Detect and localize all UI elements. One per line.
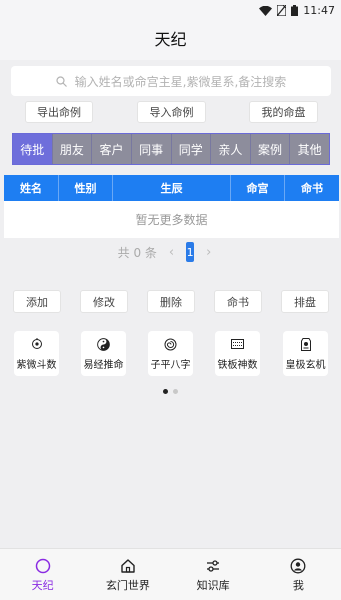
import-button[interactable]: 导入命例 (137, 101, 206, 123)
user-icon (290, 557, 306, 575)
carousel-dot[interactable] (173, 389, 178, 394)
delete-button[interactable]: 删除 (147, 290, 195, 313)
nav-label: 天纪 (31, 578, 54, 592)
tool-grid: 紫微斗数 易经推命 子平八字 铁板神数 皇极玄机 (0, 331, 341, 377)
tool-ziwei[interactable]: 紫微斗数 (14, 331, 59, 376)
circle-icon (35, 557, 51, 575)
table-empty-message: 暂无更多数据 (4, 201, 339, 238)
search-placeholder: 输入姓名或命宫主星,紫微星系,备注搜索 (74, 74, 287, 89)
wifi-icon (259, 5, 273, 16)
tool-label: 皇极玄机 (285, 360, 326, 371)
tool-yijing[interactable]: 易经推命 (81, 331, 126, 376)
tool-label: 铁板神数 (217, 360, 258, 371)
add-button[interactable]: 添加 (13, 290, 61, 313)
tab-pending[interactable]: 待批 (13, 134, 53, 164)
sliders-icon (205, 557, 221, 575)
tab-classmates[interactable]: 同学 (172, 134, 212, 164)
status-time: 11:47 (303, 4, 335, 17)
nav-label: 我 (292, 578, 304, 592)
nav-knowledge-base[interactable]: 知识库 (171, 549, 256, 600)
column-birth-time[interactable]: 生辰 (113, 175, 231, 201)
column-fate-book[interactable]: 命书 (285, 175, 339, 201)
total-count: 共 0 条 (117, 245, 157, 260)
emblem-icon (300, 336, 311, 352)
tab-other[interactable]: 其他 (290, 134, 329, 164)
category-tabs: 待批 朋友 客户 同事 同学 亲人 案例 其他 (12, 133, 330, 165)
home-icon (120, 557, 136, 575)
next-page-icon[interactable]: › (206, 245, 211, 260)
tab-colleagues[interactable]: 同事 (132, 134, 172, 164)
current-page[interactable]: 1 (186, 242, 195, 262)
edit-button[interactable]: 修改 (80, 290, 128, 313)
tool-label: 子平八字 (150, 360, 191, 371)
status-bar: 11:47 (0, 0, 341, 22)
nav-label: 玄门世界 (105, 578, 150, 592)
tab-friends[interactable]: 朋友 (53, 134, 93, 164)
fate-book-button[interactable]: 命书 (214, 290, 262, 313)
column-gender[interactable]: 性别 (59, 175, 113, 201)
nav-label: 知识库 (196, 578, 230, 592)
purple-star-icon (31, 336, 43, 352)
pagination: 共 0 条 ‹ 1 › (0, 242, 341, 262)
carousel-indicator (0, 389, 341, 394)
battery-icon (291, 5, 299, 16)
carousel-dot[interactable] (163, 389, 168, 394)
page-title: 天纪 (154, 30, 187, 49)
nav-me[interactable]: 我 (256, 549, 341, 600)
my-chart-button[interactable]: 我的命盘 (249, 101, 318, 123)
tab-relatives[interactable]: 亲人 (211, 134, 251, 164)
tool-huangji[interactable]: 皇极玄机 (283, 331, 328, 376)
yin-yang-icon (97, 336, 110, 352)
spiral-icon (164, 336, 177, 352)
search-icon (56, 75, 67, 87)
nav-xuanmen-world[interactable]: 玄门世界 (85, 549, 170, 600)
export-button[interactable]: 导出命例 (25, 101, 93, 123)
tool-tieban[interactable]: 铁板神数 (215, 331, 260, 376)
tool-label: 易经推命 (83, 360, 124, 371)
column-name[interactable]: 姓名 (4, 175, 59, 201)
nav-bar: 天纪 (0, 22, 341, 60)
tab-cases[interactable]: 案例 (251, 134, 291, 164)
tool-label: 紫微斗数 (16, 360, 57, 371)
tool-ziping[interactable]: 子平八字 (148, 331, 193, 376)
no-sim-icon (277, 5, 287, 16)
tab-clients[interactable]: 客户 (92, 134, 132, 164)
bottom-nav: 天纪 玄门世界 知识库 我 (0, 548, 341, 600)
nav-tianji[interactable]: 天纪 (0, 549, 85, 600)
arrange-chart-button[interactable]: 排盘 (281, 290, 329, 313)
action-bar: 添加 修改 删除 命书 排盘 (0, 290, 341, 314)
column-life-palace[interactable]: 命宫 (231, 175, 285, 201)
search-input[interactable]: 输入姓名或命宫主星,紫微星系,备注搜索 (11, 66, 331, 96)
prev-page-icon[interactable]: ‹ (169, 245, 174, 260)
calculator-icon (231, 336, 244, 352)
table-header: 姓名 性别 生辰 命宫 命书 (4, 175, 339, 201)
